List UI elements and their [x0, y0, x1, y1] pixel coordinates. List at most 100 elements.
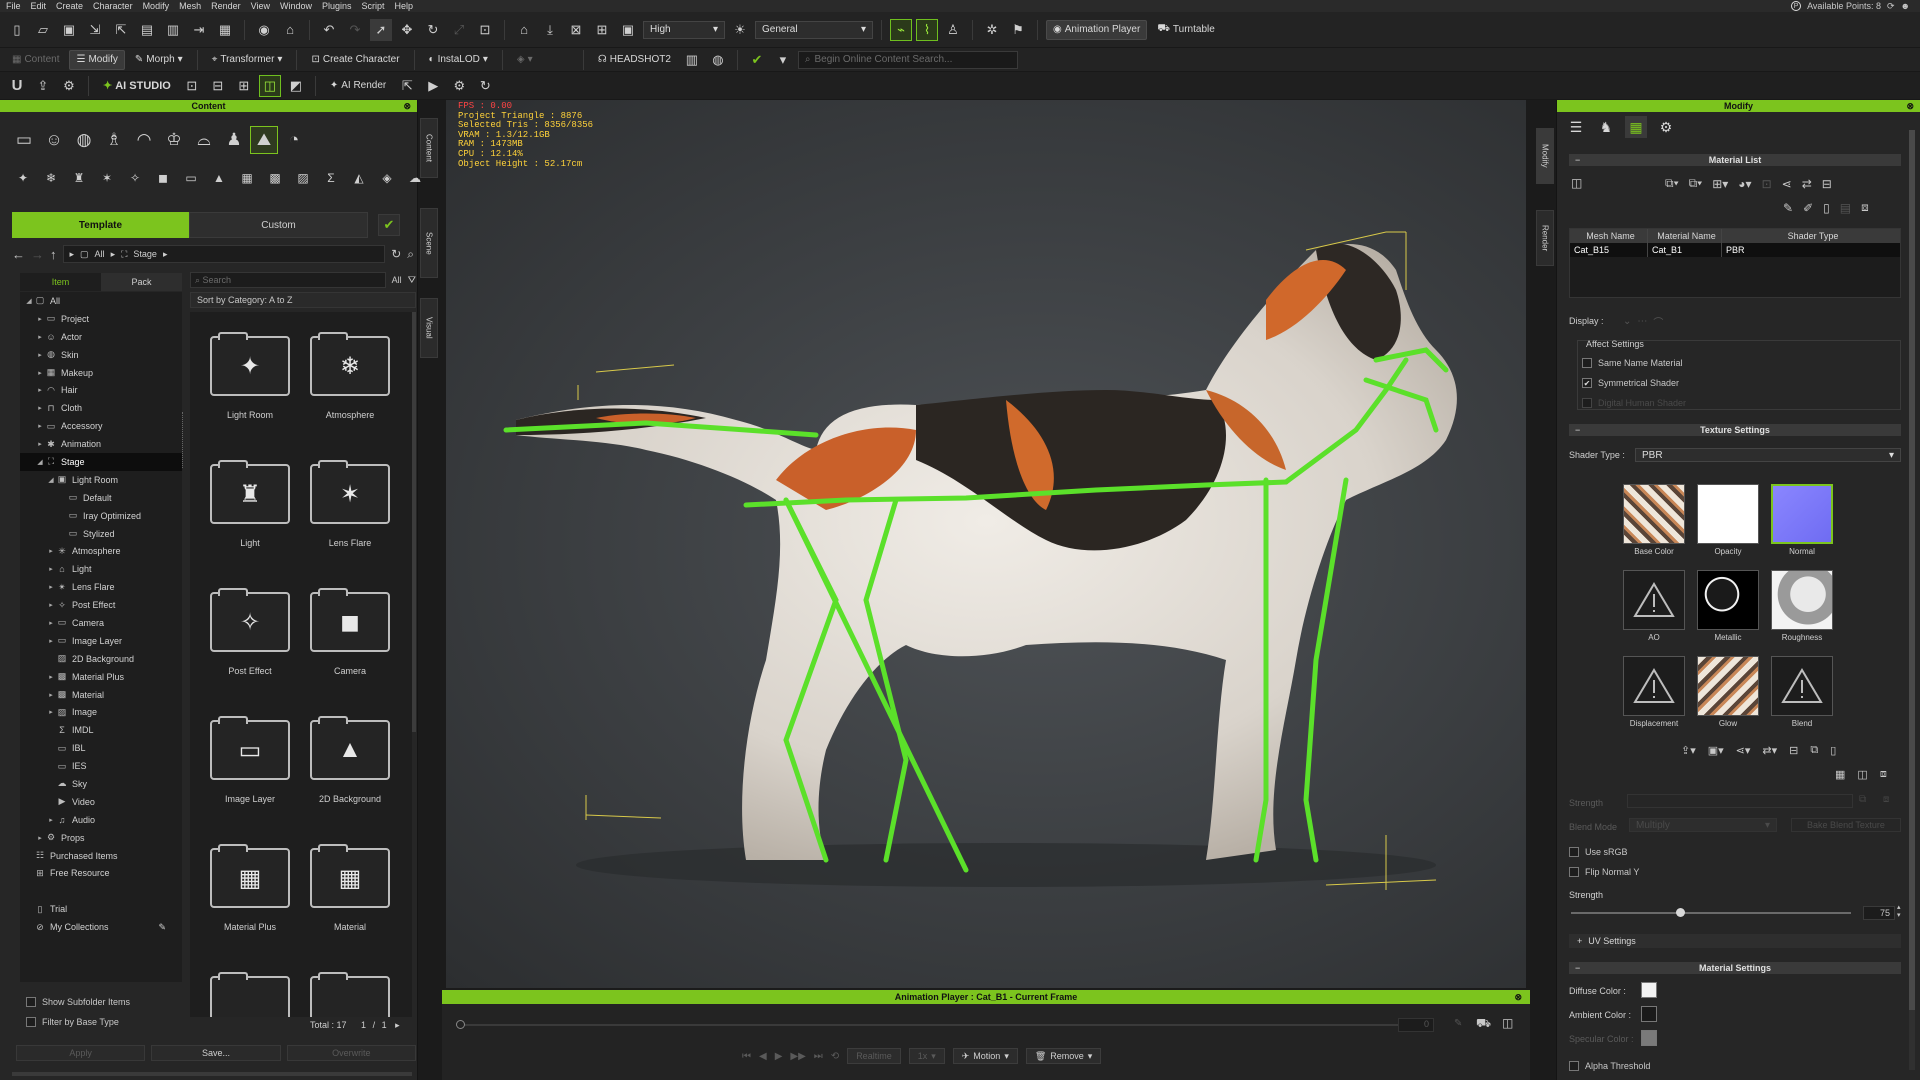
next-frame-icon[interactable]: ▶▶ [790, 1051, 805, 1062]
disabled-icon[interactable]: ▤ [1840, 201, 1851, 215]
material-swap-icon[interactable]: ⇄ [1802, 177, 1812, 191]
flip-normal-checkbox[interactable]: Flip Normal Y [1569, 862, 1639, 882]
sliders-icon[interactable]: ☰ [1565, 116, 1587, 138]
align-bottom-icon[interactable]: ⤓ [539, 19, 561, 41]
new-file-icon[interactable]: ▯ [6, 19, 28, 41]
menu-view[interactable]: View [251, 0, 270, 12]
tex-save-icon[interactable]: ▣▾ [1708, 744, 1724, 757]
tree-arrow-icon[interactable]: ▸ [35, 315, 45, 323]
close-icon[interactable]: ⊗ [1906, 100, 1914, 112]
mode-select[interactable]: General ▾ [755, 20, 873, 39]
settings-icon[interactable]: ⚙ [448, 75, 470, 97]
apply-button[interactable]: Apply [16, 1045, 146, 1061]
warning-icon[interactable] [1623, 656, 1685, 716]
loop-icon[interactable]: ⟲ [831, 1051, 839, 1062]
warning-icon[interactable] [1771, 656, 1833, 716]
strength-slider[interactable] [1571, 908, 1851, 917]
tree-item[interactable]: ▸ ✳ Atmosphere [20, 542, 182, 560]
tree-arrow-icon[interactable]: ◢ [35, 458, 45, 466]
menu-plugins[interactable]: Plugins [322, 0, 352, 12]
tree-item[interactable]: ☷ Purchased Items [20, 847, 182, 865]
sun-icon[interactable]: ☀ [729, 19, 751, 41]
export-image-icon[interactable]: ⇱ [396, 75, 418, 97]
import-icon[interactable]: ⇲ [84, 19, 106, 41]
frame-input[interactable]: 0 [1398, 1018, 1434, 1032]
material-icon[interactable]: ▩ [262, 168, 288, 188]
frame-icon[interactable]: ⊞ [591, 19, 613, 41]
ai-render-button[interactable]: ✦ AI Render [324, 76, 392, 96]
background-icon[interactable]: ▲ [206, 168, 232, 188]
alpha-threshold-checkbox[interactable]: Alpha Threshold [1569, 1056, 1650, 1076]
gear-icon[interactable]: ⚙ [58, 75, 80, 97]
skin-icon[interactable]: ◍ [70, 126, 98, 154]
ies-icon[interactable]: ◈ [374, 168, 400, 188]
display-wire-icon[interactable]: ⋯ [1637, 316, 1647, 327]
tree-arrow-icon[interactable]: ▸ [46, 708, 56, 716]
content-scrollbar[interactable] [12, 1072, 412, 1076]
table-row[interactable]: Cat_B15 Cat_B1 PBR [1570, 243, 1900, 257]
remove-button[interactable]: 🗑 Remove ▾ [1025, 1048, 1102, 1064]
tree-item[interactable]: ▭ IES [20, 757, 182, 775]
material-copy-icon[interactable]: ⧉▾ [1665, 176, 1679, 191]
send-icon[interactable]: ⇥ [188, 19, 210, 41]
overwrite-button[interactable]: Overwrite [286, 1045, 416, 1061]
modify-scrollbar[interactable] [1909, 130, 1915, 1070]
tree-item[interactable]: ▸ ◍ Skin [20, 346, 182, 364]
use-srgb-checkbox[interactable]: Use sRGB [1569, 842, 1628, 862]
texture-slot[interactable]: AO [1623, 570, 1685, 642]
material-reset-icon[interactable]: ⊡ [1762, 177, 1772, 191]
content-grid-item[interactable]: ✦ Light Room [200, 332, 300, 420]
tree-item[interactable]: ▭ Stylized [20, 525, 182, 543]
menu-file[interactable]: File [6, 0, 21, 12]
save-icon[interactable]: ▣ [58, 19, 80, 41]
back-arrow-icon[interactable]: ← [12, 247, 25, 262]
trash-icon[interactable]: ▯ [1823, 201, 1830, 215]
chevron-down-icon[interactable]: ▾ [772, 49, 794, 71]
fit-icon[interactable]: ⊠ [565, 19, 587, 41]
scale-icon[interactable]: ⤢ [448, 19, 470, 41]
checkbox-box[interactable]: ✔ [1582, 378, 1592, 388]
tree-item[interactable]: ▯ Trial [20, 900, 182, 918]
texture-thumbnail[interactable] [1697, 484, 1759, 544]
content-grid-item[interactable]: ✶ Lens Flare [300, 460, 400, 548]
lens-flare-icon[interactable]: ✶ [94, 168, 120, 188]
online-search-input[interactable]: ⌕ Begin Online Content Search... [797, 50, 1018, 69]
checkbox-box[interactable] [1569, 867, 1579, 877]
motion-layer-icon[interactable]: ⌇ [916, 18, 938, 41]
checkbox-box[interactable] [1582, 358, 1592, 368]
side-tab-visual[interactable]: Visual [420, 298, 438, 358]
current-page[interactable]: 1 [361, 1020, 366, 1030]
move-icon[interactable]: ✥ [396, 19, 418, 41]
ambient-color-swatch[interactable] [1641, 1006, 1657, 1022]
texture-thumbnail[interactable] [1697, 570, 1759, 630]
tab-custom[interactable]: Custom [189, 212, 368, 238]
breadcrumb[interactable]: ▸ ▢ All ▸ ⛶ Stage ▸ [62, 245, 386, 263]
tree-item[interactable]: ▸ ⌂ Light [20, 560, 182, 578]
tree-item[interactable]: ▸ ▦ Makeup [20, 364, 182, 382]
camera-rig-icon[interactable]: ⛟ [1476, 1016, 1491, 1032]
tree-item[interactable]: ▸ ✴ Lens Flare [20, 578, 182, 596]
tex-swap-icon[interactable]: ⇄▾ [1762, 744, 1777, 757]
close-icon[interactable]: ⊗ [1514, 990, 1522, 1004]
strength-value-input[interactable]: 75 [1863, 906, 1895, 920]
user-icon[interactable]: ☻ [1901, 1, 1910, 11]
content-grid-item[interactable]: ▦ Material [300, 844, 400, 932]
rotate-icon[interactable]: ↻ [422, 19, 444, 41]
redo-icon[interactable]: ↷ [344, 19, 366, 41]
material-icon[interactable]: ▦ [1625, 116, 1647, 138]
tree-item[interactable]: ▶ Video [20, 793, 182, 811]
texture-thumbnail[interactable] [1623, 484, 1685, 544]
capture-icon[interactable]: ◉ [253, 19, 275, 41]
symmetrical-checkbox[interactable]: ✔ Symmetrical Shader [1582, 373, 1679, 393]
texture-slot[interactable]: Opacity [1697, 484, 1759, 556]
close-icon[interactable]: ⊗ [403, 100, 411, 112]
tree-item[interactable]: ☁ Sky [20, 775, 182, 793]
tree-item[interactable]: ▭ Iray Optimized [20, 507, 182, 525]
light-icon[interactable]: ♜ [66, 168, 92, 188]
tree-item[interactable]: ▭ Default [20, 489, 182, 507]
edit-pencil-icon[interactable]: ✎ [159, 922, 167, 933]
checkbox-box[interactable] [1569, 1061, 1579, 1071]
show-subfolder-checkbox[interactable]: Show Subfolder Items [26, 992, 130, 1012]
material-tool-icon[interactable]: ◫ [1571, 176, 1582, 190]
face-scan-icon[interactable]: ⊡ [181, 75, 203, 97]
